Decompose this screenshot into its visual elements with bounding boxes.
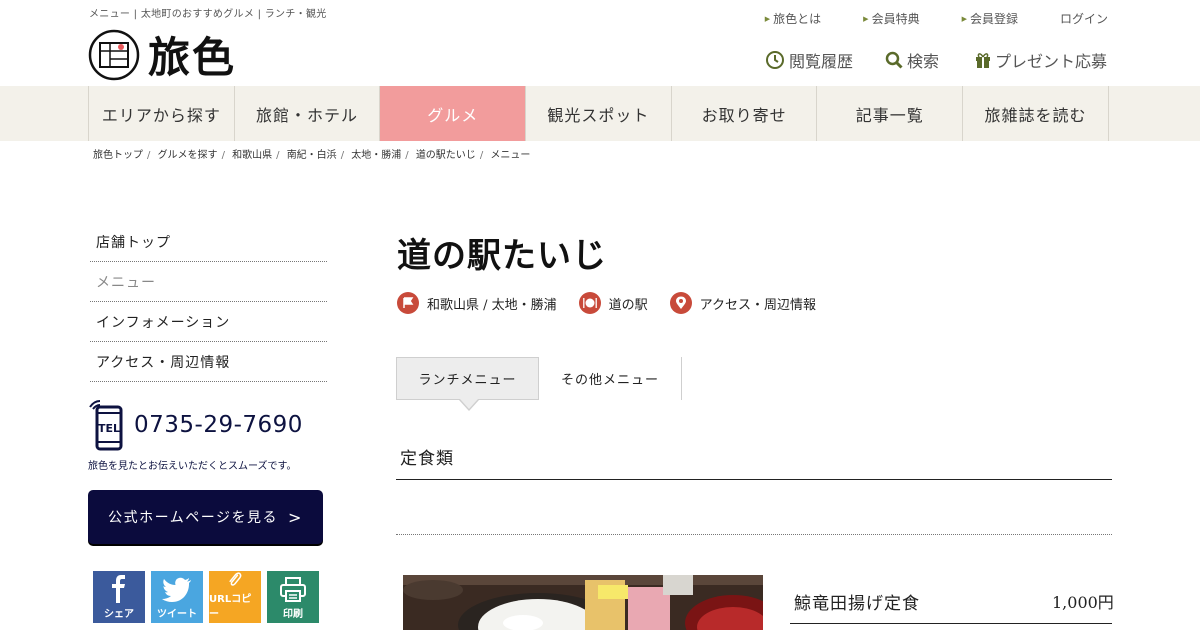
plate-icon [578,292,601,314]
nav-item-hotel[interactable]: 旅館・ホテル [235,86,381,141]
present-button[interactable]: プレゼント応募 [975,48,1107,72]
breadcrumb-link[interactable]: グルメを探す [158,150,218,161]
nav-item-magazine[interactable]: 旅雑誌を読む [963,86,1109,141]
tel-note: 旅色を見たとお伝えいただくとスムーズです。 [88,461,297,472]
tag-genre[interactable]: 道の駅 [578,292,648,314]
gift-icon [976,53,990,68]
tel-block[interactable]: TEL 0735-29-7690 [88,399,303,451]
tag-access[interactable]: アクセス・周辺情報 [669,292,816,314]
homepage-button-label: 公式ホームページを見る [108,510,278,526]
triangle-icon: ▶ [961,15,967,23]
breadcrumb-link[interactable]: 南紀・白浜 [287,150,337,161]
menu-item-price: 1,000円 [1052,593,1114,612]
menu-item-photo [403,575,763,630]
side-menu-access[interactable]: アクセス・周辺情報 [90,342,327,382]
nav-item-articles[interactable]: 記事一覧 [817,86,964,141]
triangle-icon: ▶ [764,15,771,23]
nav-item-spots[interactable]: 観光スポット [526,86,672,141]
store-title: 道の駅たいじ [397,236,607,276]
triangle-icon: ▶ [863,15,869,23]
tag-area[interactable]: 和歌山県 / 太地・勝浦 [397,292,557,314]
facebook-icon [112,575,125,603]
tel-label: TEL [98,422,120,435]
side-menu-information[interactable]: インフォメーション [90,302,327,342]
print-button[interactable]: 印刷 [267,571,319,623]
breadcrumb-link[interactable]: 道の駅たいじ [416,150,476,161]
official-homepage-button[interactable]: 公式ホームページを見る > [88,490,323,544]
section-title: 定食類 [400,449,454,469]
store-tags: 和歌山県 / 太地・勝浦 道の駅 アクセス・周辺情報 [397,292,838,314]
site-logo[interactable]: 旅色 [88,24,236,85]
global-nav: エリアから探す 旅館・ホテル グルメ 観光スポット お取り寄せ 記事一覧 旅雑誌… [0,86,1200,141]
menu-item-divider [790,623,1112,624]
side-menu-menu: メニュー [90,262,327,302]
menu-tabs: ランチメニュー その他メニュー [396,357,682,411]
clock-icon [766,51,784,69]
dotted-divider [396,534,1112,535]
twitter-share-button[interactable]: ツイート [151,571,203,623]
share-buttons: シェア ツイート URLコピー 印刷 [93,571,319,623]
logo-text: 旅色 [148,33,237,82]
nav-item-order[interactable]: お取り寄せ [672,86,818,141]
tab-lunch-menu[interactable]: ランチメニュー [396,357,539,411]
paperclip-icon [229,572,242,586]
header-tagline: メニュー | 太地町のおすすめグルメ | ランチ・観光 [89,9,327,20]
menu-item-name: 鯨竜田揚げ定食 [794,594,920,614]
top-link-benefits[interactable]: ▶ 会員特典 [863,10,919,27]
section-divider [396,479,1112,480]
map-pin-icon [669,292,692,314]
breadcrumb-current: メニュー [490,150,531,161]
search-button[interactable]: 検索 [885,48,939,72]
url-copy-button[interactable]: URLコピー [209,571,261,623]
nav-item-gourmet[interactable]: グルメ [380,86,527,141]
tab-other-menu[interactable]: その他メニュー [539,357,682,400]
breadcrumb-link[interactable]: 和歌山県 [232,150,272,161]
logo-mark-icon [88,29,140,80]
printer-icon [280,577,306,602]
phone-icon: TEL [89,400,123,451]
twitter-bird-icon [162,577,191,602]
breadcrumb-link[interactable]: 旅色トップ [93,150,143,161]
search-icon [885,51,903,69]
top-link-login[interactable]: ログイン [1060,10,1108,27]
top-links: ▶ 旅色とは ▶ 会員特典 ▶ 会員登録 ログイン [723,10,1108,27]
nav-item-area[interactable]: エリアから探す [89,86,235,141]
top-link-about[interactable]: ▶ 旅色とは [765,10,821,27]
tel-number[interactable]: 0735-29-7690 [134,412,303,438]
side-menu-store-top[interactable]: 店舗トップ [90,222,327,262]
flag-icon [397,292,419,314]
store-side-menu: 店舗トップ メニュー インフォメーション アクセス・周辺情報 [90,222,327,382]
facebook-share-button[interactable]: シェア [93,571,145,623]
top-link-register[interactable]: ▶ 会員登録 [962,10,1018,27]
history-button[interactable]: 閲覧履歴 [765,48,853,72]
chevron-right-icon: > [287,507,303,527]
breadcrumb: 旅色トップ / グルメを探す / 和歌山県 / 南紀・白浜 / 太地・勝浦 / 道の駅たい… [93,150,531,161]
breadcrumb-link[interactable]: 太地・勝浦 [351,150,401,161]
